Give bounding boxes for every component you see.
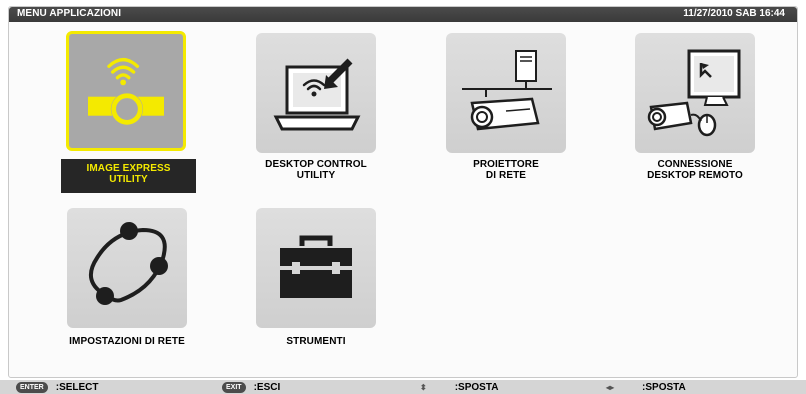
app-menu-window: MENU APPLICAZIONI 11/27/2010 SAB 16:44 I… (8, 6, 798, 378)
hint-leftright: ◂▸ :SPOSTA (606, 381, 686, 393)
app-tile-desktop-control-utility[interactable] (256, 33, 376, 153)
enter-key-icon: ENTER (16, 381, 48, 393)
exit-key-icon: EXIT (222, 381, 246, 393)
left-right-arrow-icon: ◂▸ (606, 382, 615, 392)
network-settings-icon (88, 222, 168, 305)
app-tile-proiettore-di-rete[interactable] (446, 33, 566, 153)
status-bar: ENTER :SELECT EXIT :ESCI ⬍ :SPOSTA ◂▸ :S… (0, 380, 806, 394)
hint-leftright-text: :SPOSTA (642, 381, 686, 393)
app-tile-connessione-desktop-remoto[interactable] (635, 33, 755, 153)
wireless-projector-icon (88, 57, 164, 126)
hint-exit: EXIT :ESCI (222, 381, 280, 393)
app-label-desktop-control-utility[interactable]: DESKTOP CONTROL UTILITY (236, 159, 396, 181)
app-label-proiettore-di-rete[interactable]: PROIETTORE DI RETE (431, 159, 581, 181)
hint-enter: ENTER :SELECT (16, 381, 99, 393)
app-label-strumenti[interactable]: STRUMENTI (241, 336, 391, 347)
hint-updown: ⬍ :SPOSTA (420, 381, 498, 393)
app-tile-strumenti[interactable] (256, 208, 376, 328)
app-label-connessione-desktop-remoto[interactable]: CONNESSIONE DESKTOP REMOTO (620, 159, 770, 181)
app-label-impostazioni-di-rete[interactable]: IMPOSTAZIONI DI RETE (47, 336, 207, 347)
hint-exit-text: :ESCI (253, 381, 281, 393)
toolbox-icon (280, 235, 352, 298)
title-bar: MENU APPLICAZIONI 11/27/2010 SAB 16:44 (9, 7, 797, 22)
laptop-remote-icon (273, 58, 361, 131)
app-tile-impostazioni-di-rete[interactable] (67, 208, 187, 328)
app-tile-image-express-utility[interactable] (66, 31, 186, 151)
up-down-arrow-icon: ⬍ (420, 382, 427, 392)
hint-enter-text: :SELECT (55, 381, 99, 393)
menu-title: MENU APPLICAZIONI (17, 8, 122, 19)
app-label-image-express-utility[interactable]: IMAGE EXPRESS UTILITY (61, 159, 196, 193)
network-projector-icon (462, 50, 552, 131)
date-time: 11/27/2010 SAB 16:44 (683, 8, 785, 19)
remote-desktop-icon (647, 49, 741, 137)
hint-updown-text: :SPOSTA (454, 381, 499, 393)
